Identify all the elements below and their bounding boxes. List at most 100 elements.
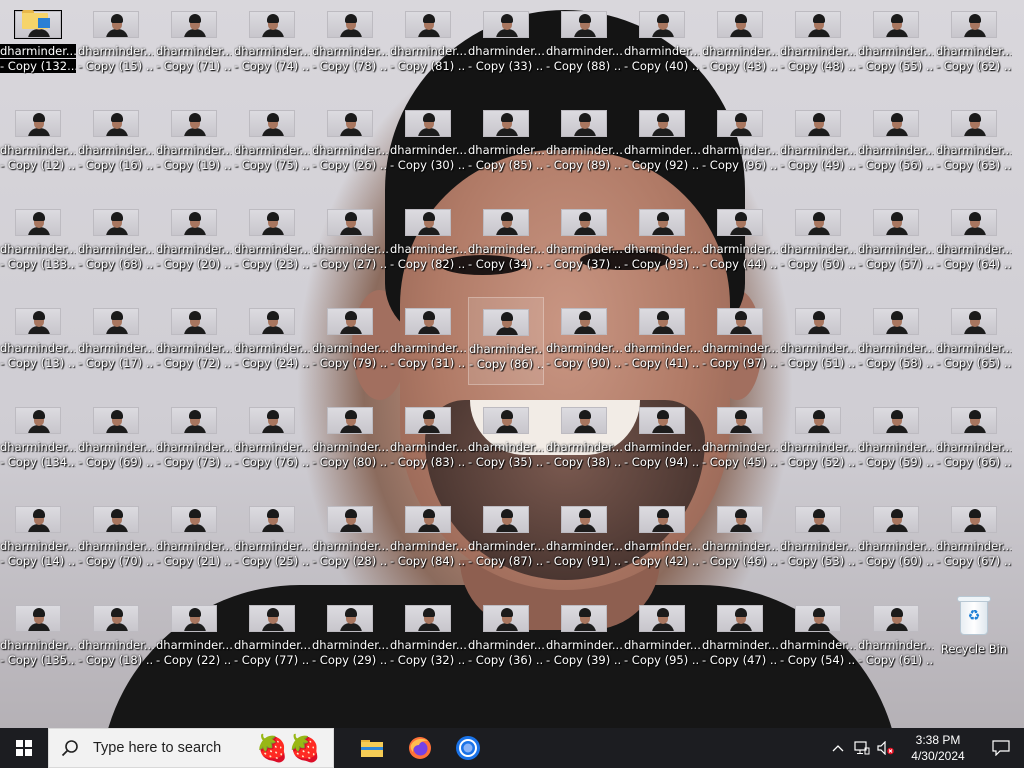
desktop-file-icon[interactable]: dharminder... - Copy (135... xyxy=(0,594,76,682)
desktop-file-icon[interactable]: dharminder... - Copy (39) ... xyxy=(546,594,622,682)
desktop-file-icon[interactable]: dharminder... - Copy (133... xyxy=(0,198,76,286)
desktop-file-icon[interactable]: dharminder... - Copy (15) ... xyxy=(78,0,154,88)
desktop-file-icon[interactable]: dharminder... - Copy (36) ... xyxy=(468,594,544,682)
desktop-file-icon[interactable]: dharminder... - Copy (89) ... xyxy=(546,99,622,187)
desktop-file-icon[interactable]: dharminder... - Copy (17) ... xyxy=(78,297,154,385)
desktop-file-icon[interactable]: dharminder... - Copy (44) ... xyxy=(702,198,778,286)
desktop-file-icon[interactable]: dharminder... - Copy (67) ... xyxy=(936,495,1012,583)
desktop-file-icon[interactable]: dharminder... - Copy (27) ... xyxy=(312,198,388,286)
desktop-file-icon[interactable]: dharminder... - Copy (55) ... xyxy=(858,0,934,88)
desktop-file-icon[interactable]: dharminder... - Copy (13) ... xyxy=(0,297,76,385)
desktop[interactable]: dharminder... - Copy (132... dharminder...… xyxy=(0,0,1024,728)
desktop-file-icon[interactable]: dharminder... - Copy (93) ... xyxy=(624,198,700,286)
desktop-file-icon[interactable]: dharminder... - Copy (18) ... xyxy=(78,594,154,682)
desktop-file-icon[interactable]: dharminder... - Copy (25) ... xyxy=(234,495,310,583)
notifications-button[interactable] xyxy=(978,728,1024,768)
desktop-file-icon[interactable]: dharminder... - Copy (95) ... xyxy=(624,594,700,682)
desktop-file-icon[interactable]: dharminder... - Copy (22) ... xyxy=(156,594,232,682)
clock[interactable]: 3:38 PM 4/30/2024 xyxy=(898,732,978,764)
desktop-file-icon[interactable]: dharminder... - Copy (34) ... xyxy=(468,198,544,286)
desktop-file-icon[interactable]: dharminder... - Copy (33) ... xyxy=(468,0,544,88)
desktop-file-icon[interactable]: dharminder... - Copy (21) ... xyxy=(156,495,232,583)
desktop-file-icon[interactable]: dharminder... - Copy (38) ... xyxy=(546,396,622,484)
desktop-file-icon[interactable]: dharminder... - Copy (31) ... xyxy=(390,297,466,385)
start-button[interactable] xyxy=(0,728,48,768)
volume-muted-icon[interactable] xyxy=(874,728,898,768)
desktop-file-icon[interactable]: dharminder... - Copy (61) ... xyxy=(858,594,934,682)
desktop-file-icon[interactable]: dharminder... - Copy (35) ... xyxy=(468,396,544,484)
desktop-file-icon[interactable]: dharminder... - Copy (96) ... xyxy=(702,99,778,187)
desktop-file-icon[interactable]: dharminder... - Copy (76) ... xyxy=(234,396,310,484)
desktop-file-icon[interactable]: dharminder... - Copy (66) ... xyxy=(936,396,1012,484)
desktop-file-icon[interactable]: dharminder... - Copy (84) ... xyxy=(390,495,466,583)
desktop-file-icon[interactable]: dharminder... - Copy (82) ... xyxy=(390,198,466,286)
chevron-up-icon[interactable] xyxy=(826,728,850,768)
file-explorer-button[interactable] xyxy=(348,728,396,768)
desktop-file-icon[interactable]: dharminder... - Copy (51) ... xyxy=(780,297,856,385)
desktop-file-icon[interactable]: dharminder... - Copy (42) ... xyxy=(624,495,700,583)
desktop-file-icon[interactable]: dharminder... - Copy (64) ... xyxy=(936,198,1012,286)
desktop-file-icon[interactable]: dharminder... - Copy (58) ... xyxy=(858,297,934,385)
desktop-file-icon[interactable]: dharminder... - Copy (41) ... xyxy=(624,297,700,385)
desktop-file-icon[interactable]: dharminder... - Copy (56) ... xyxy=(858,99,934,187)
search-box[interactable]: Type here to search 🍓🍓 xyxy=(48,728,334,768)
desktop-file-icon[interactable]: dharminder... - Copy (57) ... xyxy=(858,198,934,286)
desktop-file-icon[interactable]: dharminder... - Copy (86) ... xyxy=(468,297,544,385)
desktop-file-icon[interactable]: dharminder... - Copy (24) ... xyxy=(234,297,310,385)
desktop-file-icon[interactable]: dharminder... - Copy (60) ... xyxy=(858,495,934,583)
desktop-file-icon[interactable]: dharminder... - Copy (71) ... xyxy=(156,0,232,88)
desktop-file-icon[interactable]: dharminder... - Copy (92) ... xyxy=(624,99,700,187)
desktop-file-icon[interactable]: dharminder... - Copy (134... xyxy=(0,396,76,484)
desktop-file-icon[interactable]: dharminder... - Copy (45) ... xyxy=(702,396,778,484)
desktop-file-icon[interactable]: dharminder... - Copy (46) ... xyxy=(702,495,778,583)
desktop-file-icon[interactable]: dharminder... - Copy (90) ... xyxy=(546,297,622,385)
desktop-file-icon[interactable]: dharminder... - Copy (94) ... xyxy=(624,396,700,484)
desktop-file-icon[interactable]: dharminder... - Copy (52) ... xyxy=(780,396,856,484)
desktop-file-icon[interactable]: dharminder... - Copy (62) ... xyxy=(936,0,1012,88)
desktop-file-icon[interactable]: dharminder... - Copy (70) ... xyxy=(78,495,154,583)
desktop-file-icon[interactable]: dharminder... - Copy (47) ... xyxy=(702,594,778,682)
desktop-file-icon[interactable]: dharminder... - Copy (78) ... xyxy=(312,0,388,88)
desktop-file-icon[interactable]: dharminder... - Copy (40) ... xyxy=(624,0,700,88)
desktop-file-icon[interactable]: dharminder... - Copy (91) ... xyxy=(546,495,622,583)
chrome-button[interactable] xyxy=(444,728,492,768)
desktop-file-icon[interactable]: dharminder... - Copy (14) ... xyxy=(0,495,76,583)
desktop-file-icon[interactable]: dharminder... - Copy (87) ... xyxy=(468,495,544,583)
desktop-file-icon[interactable]: dharminder... - Copy (30) ... xyxy=(390,99,466,187)
desktop-file-icon[interactable]: dharminder... - Copy (54) ... xyxy=(780,594,856,682)
desktop-file-icon[interactable]: dharminder... - Copy (79) ... xyxy=(312,297,388,385)
desktop-file-icon[interactable]: dharminder... - Copy (132... xyxy=(0,0,76,88)
desktop-file-icon[interactable]: dharminder... - Copy (28) ... xyxy=(312,495,388,583)
desktop-file-icon[interactable]: dharminder... - Copy (88) ... xyxy=(546,0,622,88)
desktop-file-icon[interactable]: dharminder... - Copy (19) ... xyxy=(156,99,232,187)
desktop-file-icon[interactable]: dharminder... - Copy (23) ... xyxy=(234,198,310,286)
desktop-file-icon[interactable]: dharminder... - Copy (69) ... xyxy=(78,396,154,484)
desktop-file-icon[interactable]: dharminder... - Copy (97) ... xyxy=(702,297,778,385)
desktop-file-icon[interactable]: dharminder... - Copy (77) ... xyxy=(234,594,310,682)
desktop-file-icon[interactable]: dharminder... - Copy (73) ... xyxy=(156,396,232,484)
desktop-file-icon[interactable]: dharminder... - Copy (85) ... xyxy=(468,99,544,187)
desktop-file-icon[interactable]: dharminder... - Copy (75) ... xyxy=(234,99,310,187)
desktop-file-icon[interactable]: dharminder... - Copy (68) ... xyxy=(78,198,154,286)
desktop-file-icon[interactable]: dharminder... - Copy (59) ... xyxy=(858,396,934,484)
desktop-file-icon[interactable]: dharminder... - Copy (43) ... xyxy=(702,0,778,88)
desktop-file-icon[interactable]: dharminder... - Copy (29) ... xyxy=(312,594,388,682)
desktop-file-icon[interactable]: dharminder... - Copy (83) ... xyxy=(390,396,466,484)
desktop-file-icon[interactable]: dharminder... - Copy (63) ... xyxy=(936,99,1012,187)
desktop-file-icon[interactable]: dharminder... - Copy (12) ... xyxy=(0,99,76,187)
desktop-file-icon[interactable]: dharminder... - Copy (32) ... xyxy=(390,594,466,682)
firefox-button[interactable] xyxy=(396,728,444,768)
desktop-file-icon[interactable]: dharminder... - Copy (53) ... xyxy=(780,495,856,583)
desktop-file-icon[interactable]: dharminder... - Copy (26) ... xyxy=(312,99,388,187)
desktop-file-icon[interactable]: dharminder... - Copy (37) ... xyxy=(546,198,622,286)
network-icon[interactable] xyxy=(850,728,874,768)
desktop-file-icon[interactable]: dharminder... - Copy (48) ... xyxy=(780,0,856,88)
recycle-bin[interactable]: ♻ Recycle Bin xyxy=(936,594,1012,682)
desktop-file-icon[interactable]: dharminder... - Copy (16) ... xyxy=(78,99,154,187)
desktop-file-icon[interactable]: dharminder... - Copy (72) ... xyxy=(156,297,232,385)
desktop-file-icon[interactable]: dharminder... - Copy (80) ... xyxy=(312,396,388,484)
desktop-file-icon[interactable]: dharminder... - Copy (81) ... xyxy=(390,0,466,88)
desktop-file-icon[interactable]: dharminder... - Copy (74) ... xyxy=(234,0,310,88)
desktop-file-icon[interactable]: dharminder... - Copy (50) ... xyxy=(780,198,856,286)
desktop-file-icon[interactable]: dharminder... - Copy (49) ... xyxy=(780,99,856,187)
